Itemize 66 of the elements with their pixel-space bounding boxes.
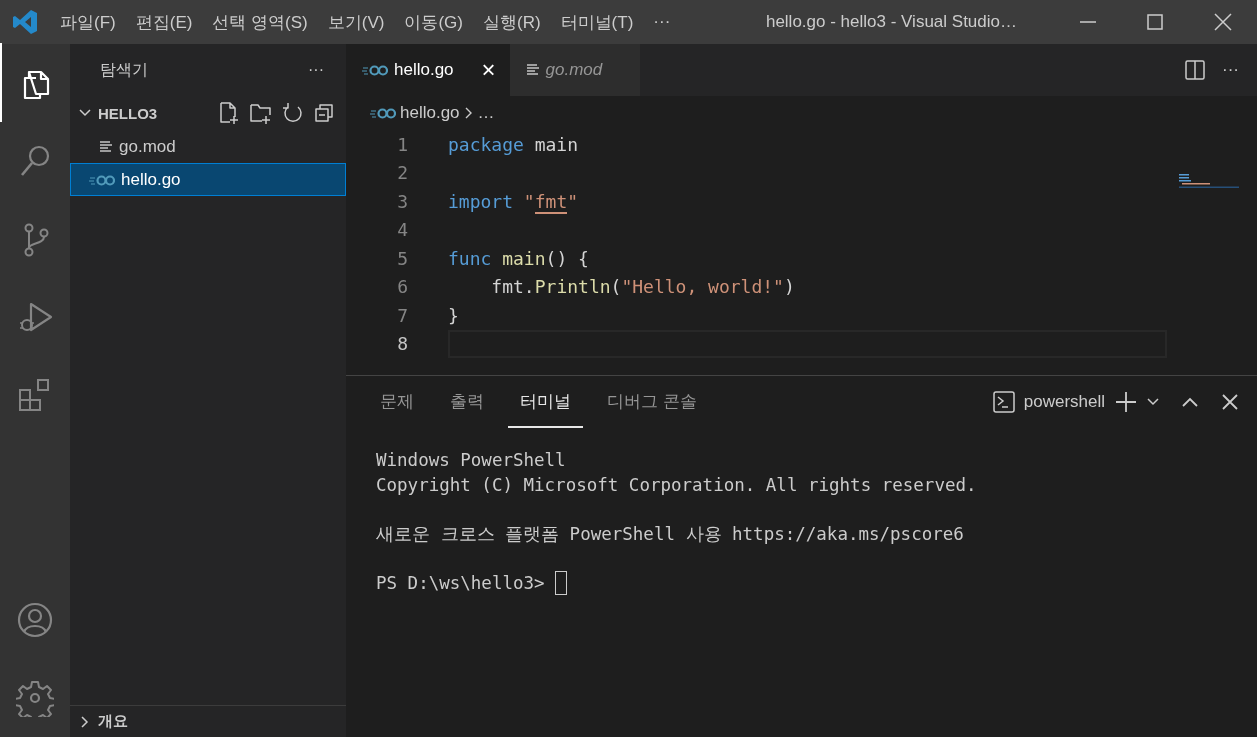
- close-icon[interactable]: [1221, 393, 1239, 411]
- sidebar-title: 탐색기: [100, 59, 148, 80]
- code-line: fmt.Println("Hello, world!"): [490, 275, 796, 300]
- more-actions-button[interactable]: ···: [1222, 60, 1239, 80]
- panel-tab[interactable]: 문제: [368, 376, 426, 428]
- menu-item[interactable]: 편집(E): [127, 6, 201, 38]
- folder-name: HELLO3: [98, 104, 158, 122]
- line-number: 5: [396, 247, 409, 269]
- terminal-line: Copyright (C) Microsoft Corporation. All rights reserved.: [376, 474, 977, 495]
- breadcrumb-item[interactable]: …: [477, 103, 495, 123]
- text-file-icon: [525, 63, 540, 77]
- code-line: }: [447, 303, 460, 328]
- menu-item[interactable]: 선택 영역(S): [204, 6, 316, 38]
- text-cursor: [555, 570, 568, 595]
- maximize-icon[interactable]: [1145, 13, 1165, 31]
- file-item[interactable]: hello.go: [70, 163, 346, 196]
- code-line: package main: [447, 132, 580, 157]
- panel-tab[interactable]: 출력: [438, 376, 496, 428]
- app-logo-icon: [12, 9, 38, 35]
- folder-header[interactable]: HELLO3: [70, 96, 346, 130]
- new-folder-icon[interactable]: [250, 102, 272, 124]
- close-icon[interactable]: [1213, 13, 1233, 31]
- file-item[interactable]: go.mod: [70, 130, 346, 163]
- editor-tab[interactable]: go.mod: [509, 44, 640, 96]
- window-title: hello.go - hello3 - Visual Studio…: [765, 12, 1017, 32]
- line-number: 3: [396, 190, 409, 212]
- minimap-drawing: [1179, 174, 1239, 190]
- close-tab-button[interactable]: ×: [481, 56, 496, 84]
- panel-tab[interactable]: 디버그 콘솔: [595, 376, 709, 428]
- line-number: 2: [396, 162, 409, 184]
- menu-item[interactable]: 보기(V): [319, 6, 393, 38]
- line-number: 7: [396, 304, 409, 326]
- chevron-down-icon[interactable]: [1147, 396, 1159, 408]
- settings-icon[interactable]: [16, 679, 54, 717]
- terminal-icon: [991, 390, 1016, 414]
- outline-header[interactable]: 개요: [70, 705, 346, 737]
- menu-item[interactable]: 실행(R): [475, 6, 549, 38]
- add-icon[interactable]: [1115, 391, 1137, 413]
- breadcrumb-item[interactable]: hello.go: [400, 103, 460, 123]
- more-actions-button[interactable]: ···: [308, 61, 324, 79]
- line-number: 8: [396, 333, 409, 355]
- account-icon[interactable]: [16, 601, 54, 639]
- split-editor-icon[interactable]: [1184, 59, 1206, 81]
- code-line: func main() {: [447, 246, 590, 271]
- go-file-icon: [362, 63, 388, 77]
- menu-item[interactable]: 파일(F): [52, 6, 124, 38]
- terminal-selector[interactable]: powershell: [1023, 392, 1105, 412]
- go-file-icon: [89, 172, 115, 187]
- line-number: 6: [396, 276, 409, 298]
- editor-tab[interactable]: hello.go ×: [346, 44, 510, 96]
- code-line: import "fmt": [447, 189, 580, 216]
- menu-item[interactable]: 터미널(T): [552, 6, 642, 38]
- menu-item[interactable]: ···: [645, 8, 679, 36]
- terminal-line: Windows PowerShell: [376, 450, 566, 471]
- line-number: 4: [396, 219, 409, 241]
- panel-tab[interactable]: 터미널: [508, 376, 583, 428]
- line-number: 1: [396, 133, 409, 155]
- refresh-icon[interactable]: [282, 102, 304, 124]
- menu-item[interactable]: 이동(G): [396, 6, 471, 38]
- chevron-icon: [463, 106, 474, 120]
- terminal-line: 새로운 크로스 플랫폼 PowerShell 사용 https://aka.ms/pscore6: [376, 522, 964, 546]
- go-file-icon: [370, 106, 396, 120]
- text-file-icon: [99, 139, 113, 154]
- terminal-prompt: PS D:\ws\hello3>: [376, 572, 546, 593]
- new-file-icon[interactable]: [218, 102, 240, 124]
- collapse-all-icon[interactable]: [314, 102, 336, 124]
